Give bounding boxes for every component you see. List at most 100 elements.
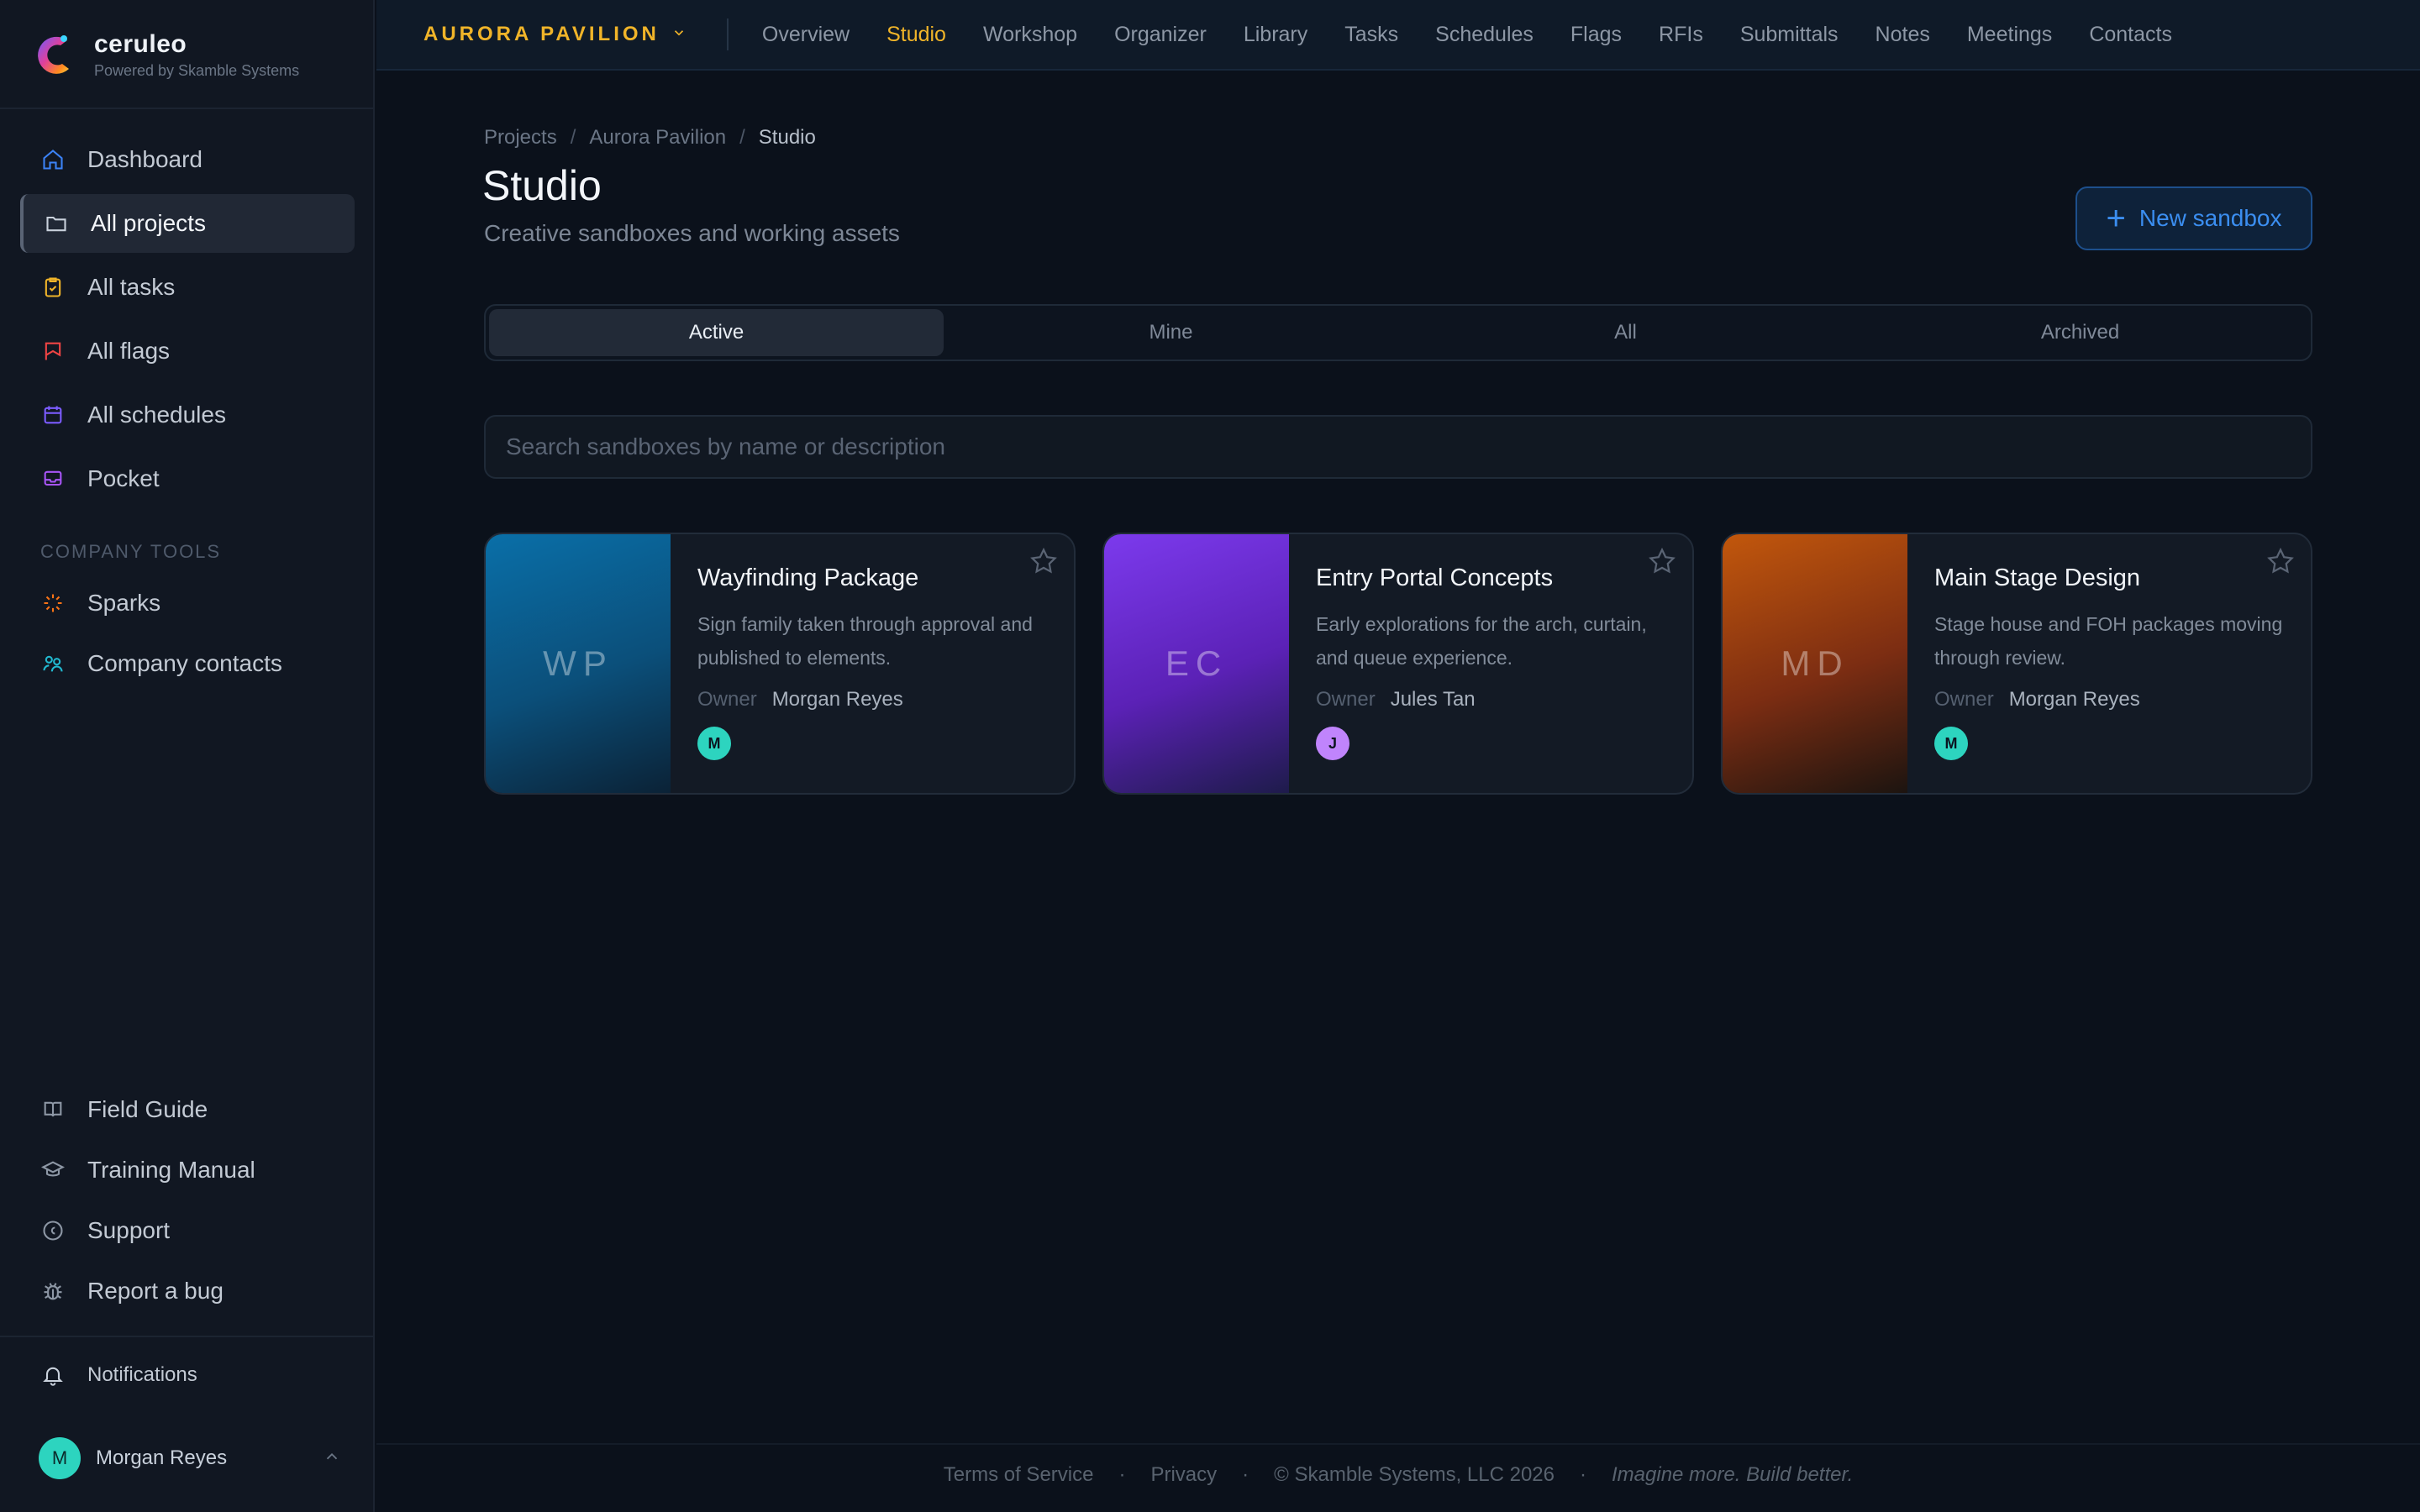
terms-link[interactable]: Terms of Service bbox=[944, 1463, 1094, 1487]
brand-name: ceruleo bbox=[94, 29, 187, 58]
card-title: Entry Portal Concepts bbox=[1316, 564, 1554, 591]
tab-meetings[interactable]: Meetings bbox=[1967, 23, 2052, 47]
card-description: Early explorations for the arch, curtain… bbox=[1316, 613, 1647, 669]
sidebar-item-label: Support bbox=[87, 1217, 171, 1243]
sandbox-card[interactable]: WP Wayfinding Package Sign family taken … bbox=[484, 533, 1076, 795]
card-title: Main Stage Design bbox=[1934, 564, 2141, 591]
breadcrumb-project[interactable]: Aurora Pavilion bbox=[589, 126, 726, 150]
clipboard-icon bbox=[40, 275, 66, 300]
sidebar-item-support[interactable]: Support bbox=[20, 1201, 355, 1260]
sandbox-card[interactable]: EC Entry Portal Concepts Early explorati… bbox=[1102, 533, 1694, 795]
tab-overview[interactable]: Overview bbox=[762, 23, 850, 47]
avatar: M bbox=[39, 1437, 81, 1479]
chevron-down-icon bbox=[671, 25, 687, 45]
sidebar-item-dashboard[interactable]: Dashboard bbox=[20, 130, 355, 189]
sidebar-item-all-tasks[interactable]: All tasks bbox=[20, 258, 355, 317]
breadcrumb-separator: / bbox=[570, 126, 576, 149]
star-icon[interactable] bbox=[1028, 546, 1060, 578]
tab-submittals[interactable]: Submittals bbox=[1740, 23, 1839, 47]
footer: Terms of Service · Privacy · © Skamble S… bbox=[376, 1463, 2420, 1487]
top-bar: AURORA PAVILION Overview Studio Workshop… bbox=[376, 0, 2420, 71]
owner-label: Owner bbox=[1316, 688, 1376, 711]
sidebar-item-label: Notifications bbox=[87, 1363, 197, 1386]
sidebar-item-label: Sparks bbox=[87, 590, 161, 616]
tab-schedules[interactable]: Schedules bbox=[1435, 23, 1534, 47]
breadcrumb-current: Studio bbox=[758, 126, 816, 149]
star-icon[interactable] bbox=[2265, 546, 2297, 578]
project-name: AURORA PAVILION bbox=[424, 23, 660, 45]
flag-icon bbox=[40, 339, 66, 364]
brand[interactable]: ceruleo Powered by Skamble Systems bbox=[34, 25, 299, 84]
sidebar-item-report-bug[interactable]: Report a bug bbox=[20, 1262, 355, 1320]
graduation-cap-icon bbox=[40, 1158, 66, 1183]
tab-library[interactable]: Library bbox=[1244, 23, 1307, 47]
brand-subtitle: Powered by Skamble Systems bbox=[94, 61, 300, 79]
sidebar-item-all-flags[interactable]: All flags bbox=[20, 322, 355, 381]
page-subtitle: Creative sandboxes and working assets bbox=[484, 220, 900, 246]
tab-notes[interactable]: Notes bbox=[1876, 23, 1930, 47]
ceruleo-logo-icon bbox=[34, 30, 76, 79]
owner-label: Owner bbox=[1934, 688, 1994, 711]
copyright: © Skamble Systems, LLC 2026 bbox=[1274, 1463, 1555, 1486]
star-icon[interactable] bbox=[1647, 546, 1679, 578]
breadcrumb: Projects / Aurora Pavilion / Studio bbox=[484, 126, 816, 150]
sidebar-item-field-guide[interactable]: Field Guide bbox=[20, 1080, 355, 1139]
sandbox-card[interactable]: MD Main Stage Design Stage house and FOH… bbox=[1721, 533, 2312, 795]
sidebar-item-label: All projects bbox=[91, 210, 206, 236]
tagline: Imagine more. Build better. bbox=[1612, 1463, 1854, 1486]
plus-icon: + bbox=[2106, 200, 2126, 237]
sidebar-item-label: All flags bbox=[87, 338, 171, 364]
card-owner: Owner Morgan Reyes bbox=[697, 688, 1049, 711]
new-sandbox-button[interactable]: + New sandbox bbox=[2075, 186, 2312, 250]
project-switcher[interactable]: AURORA PAVILION bbox=[424, 23, 687, 46]
owner-label: Owner bbox=[697, 688, 757, 711]
tab-tasks[interactable]: Tasks bbox=[1344, 23, 1398, 47]
support-icon bbox=[40, 1218, 66, 1243]
sidebar-item-company-contacts[interactable]: Company contacts bbox=[20, 634, 355, 693]
footer-divider bbox=[376, 1443, 2420, 1445]
sidebar-item-pocket[interactable]: Pocket bbox=[20, 449, 355, 508]
search-input[interactable] bbox=[484, 415, 2312, 479]
card-title: Wayfinding Package bbox=[697, 564, 919, 591]
sidebar-item-sparks[interactable]: Sparks bbox=[20, 574, 355, 633]
sparkle-icon bbox=[40, 591, 66, 616]
user-menu[interactable]: M Morgan Reyes bbox=[39, 1436, 341, 1480]
sidebar-item-notifications[interactable]: Notifications bbox=[20, 1347, 355, 1403]
tab-contacts[interactable]: Contacts bbox=[2089, 23, 2172, 47]
sidebar-item-all-projects[interactable]: All projects bbox=[20, 194, 355, 253]
owner-name: Morgan Reyes bbox=[771, 688, 903, 711]
book-icon bbox=[40, 1097, 66, 1122]
sidebar-item-label: Pocket bbox=[87, 465, 160, 491]
sidebar-item-label: Training Manual bbox=[87, 1157, 255, 1183]
tab-workshop[interactable]: Workshop bbox=[983, 23, 1077, 47]
owner-name: Jules Tan bbox=[1390, 688, 1476, 711]
sidebar-item-label: Report a bug bbox=[87, 1278, 224, 1304]
sidebar-item-label: All schedules bbox=[87, 402, 226, 428]
card-thumbnail: MD bbox=[1723, 534, 1907, 793]
tab-studio[interactable]: Studio bbox=[886, 23, 946, 47]
sidebar-divider bbox=[0, 1336, 375, 1337]
card-description: Stage house and FOH packages moving thro… bbox=[1934, 613, 2283, 669]
owner-avatar: M bbox=[1934, 727, 1968, 760]
sidebar-item-label: All tasks bbox=[87, 274, 176, 300]
tab-flags[interactable]: Flags bbox=[1570, 23, 1622, 47]
section-label-company-tools: COMPANY TOOLS bbox=[40, 541, 222, 562]
breadcrumb-separator: / bbox=[739, 126, 745, 149]
filter-all[interactable]: All bbox=[1398, 309, 1853, 356]
footer-separator: · bbox=[1118, 1463, 1126, 1486]
sidebar-item-label: Dashboard bbox=[87, 146, 203, 172]
card-thumbnail: WP bbox=[486, 534, 671, 793]
privacy-link[interactable]: Privacy bbox=[1150, 1463, 1217, 1487]
new-sandbox-label: New sandbox bbox=[2139, 205, 2282, 231]
filter-segmented-control: Active Mine All Archived bbox=[484, 304, 2312, 361]
breadcrumb-projects[interactable]: Projects bbox=[484, 126, 557, 150]
sidebar-item-all-schedules[interactable]: All schedules bbox=[20, 386, 355, 444]
filter-mine[interactable]: Mine bbox=[944, 309, 1398, 356]
sidebar-item-training-manual[interactable]: Training Manual bbox=[20, 1141, 355, 1200]
sidebar-item-label: Company contacts bbox=[87, 650, 282, 676]
tab-rfis[interactable]: RFIs bbox=[1659, 23, 1703, 47]
filter-active[interactable]: Active bbox=[489, 309, 944, 356]
tab-organizer[interactable]: Organizer bbox=[1114, 23, 1207, 47]
filter-archived[interactable]: Archived bbox=[1853, 309, 2307, 356]
sidebar-divider bbox=[0, 108, 375, 109]
